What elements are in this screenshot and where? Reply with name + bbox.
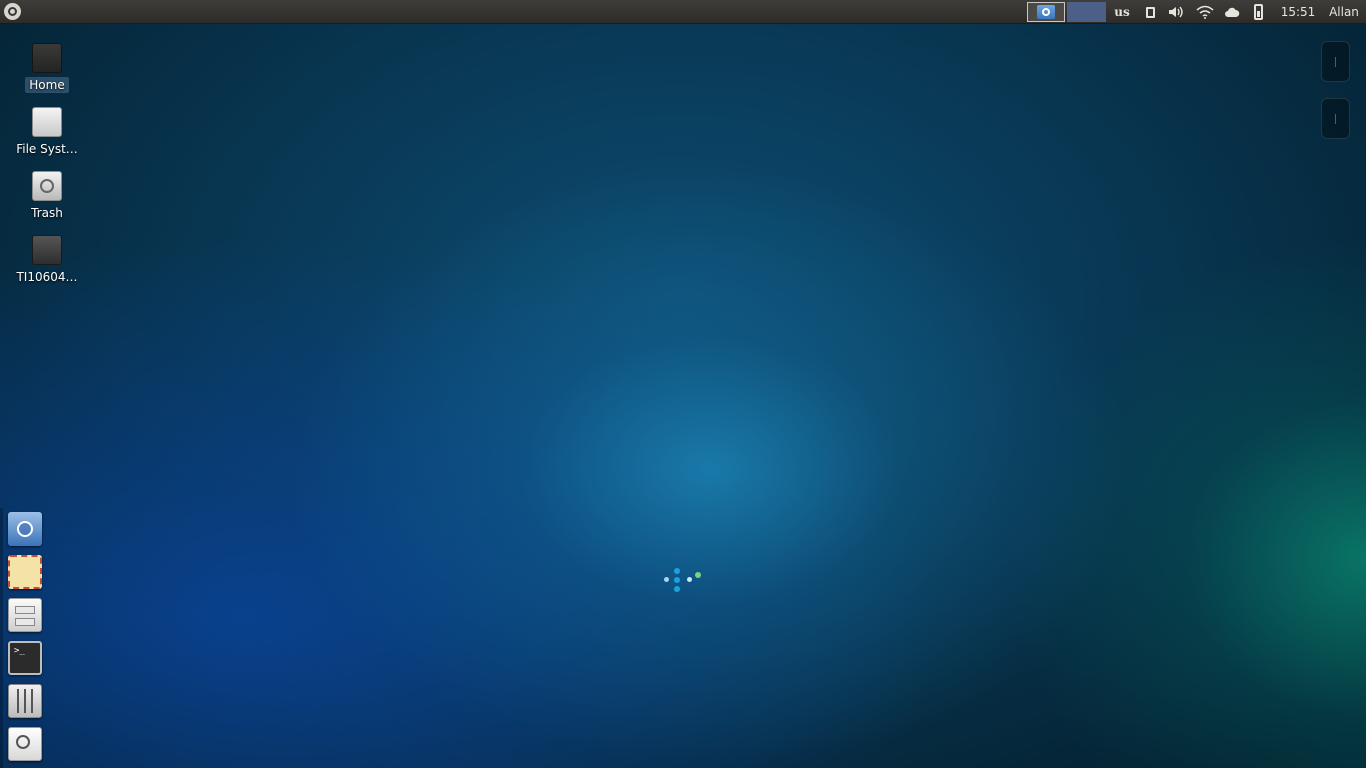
top-panel: us 15:51 Allan bbox=[0, 0, 1366, 24]
filesystem-icon bbox=[32, 107, 62, 137]
desktop-icon-label: Home bbox=[25, 77, 69, 93]
desktop-icon-drive[interactable]: TI10604… bbox=[11, 232, 83, 290]
dock-background bbox=[0, 508, 3, 768]
search-icon[interactable] bbox=[8, 727, 42, 761]
file-cabinet-icon[interactable] bbox=[8, 598, 42, 632]
clipboard-icon[interactable] bbox=[1142, 0, 1158, 24]
settings-icon[interactable] bbox=[8, 684, 42, 718]
xubuntu-menu-icon[interactable] bbox=[4, 3, 21, 20]
desktop-icon-label: File Syst… bbox=[16, 142, 78, 156]
desktop-icon-filesystem[interactable]: File Syst… bbox=[11, 104, 83, 162]
desktop-icon-trash[interactable]: Trash bbox=[11, 168, 83, 226]
keyboard-layout-indicator[interactable]: us bbox=[1110, 0, 1134, 24]
drive-icon bbox=[32, 235, 62, 265]
desktop-icon-home[interactable]: Home bbox=[11, 40, 83, 98]
wifi-icon[interactable] bbox=[1194, 0, 1216, 24]
battery-icon[interactable] bbox=[1250, 0, 1266, 24]
terminal-prompt: >_ bbox=[14, 646, 25, 656]
user-menu[interactable]: Allan bbox=[1324, 0, 1364, 24]
chromium-browser-icon[interactable] bbox=[8, 512, 42, 546]
clock[interactable]: 15:51 bbox=[1276, 0, 1320, 24]
panel-handle-top[interactable] bbox=[1321, 41, 1350, 82]
chromium-window-button[interactable] bbox=[1027, 2, 1065, 22]
loading-spinner-icon bbox=[660, 565, 704, 595]
panel-handle-bottom[interactable] bbox=[1321, 98, 1350, 139]
workspace-switcher[interactable] bbox=[1067, 2, 1106, 22]
terminal-icon[interactable]: >_ bbox=[8, 641, 42, 675]
chromium-window-icon bbox=[1037, 5, 1055, 19]
desktop-icon-label: Trash bbox=[31, 206, 63, 220]
mail-icon[interactable] bbox=[8, 555, 42, 589]
desktop-icon-label: TI10604… bbox=[16, 270, 78, 284]
cloud-icon[interactable] bbox=[1222, 0, 1242, 24]
volume-icon[interactable] bbox=[1166, 0, 1186, 24]
trash-icon bbox=[32, 171, 62, 201]
home-folder-icon bbox=[32, 43, 62, 73]
